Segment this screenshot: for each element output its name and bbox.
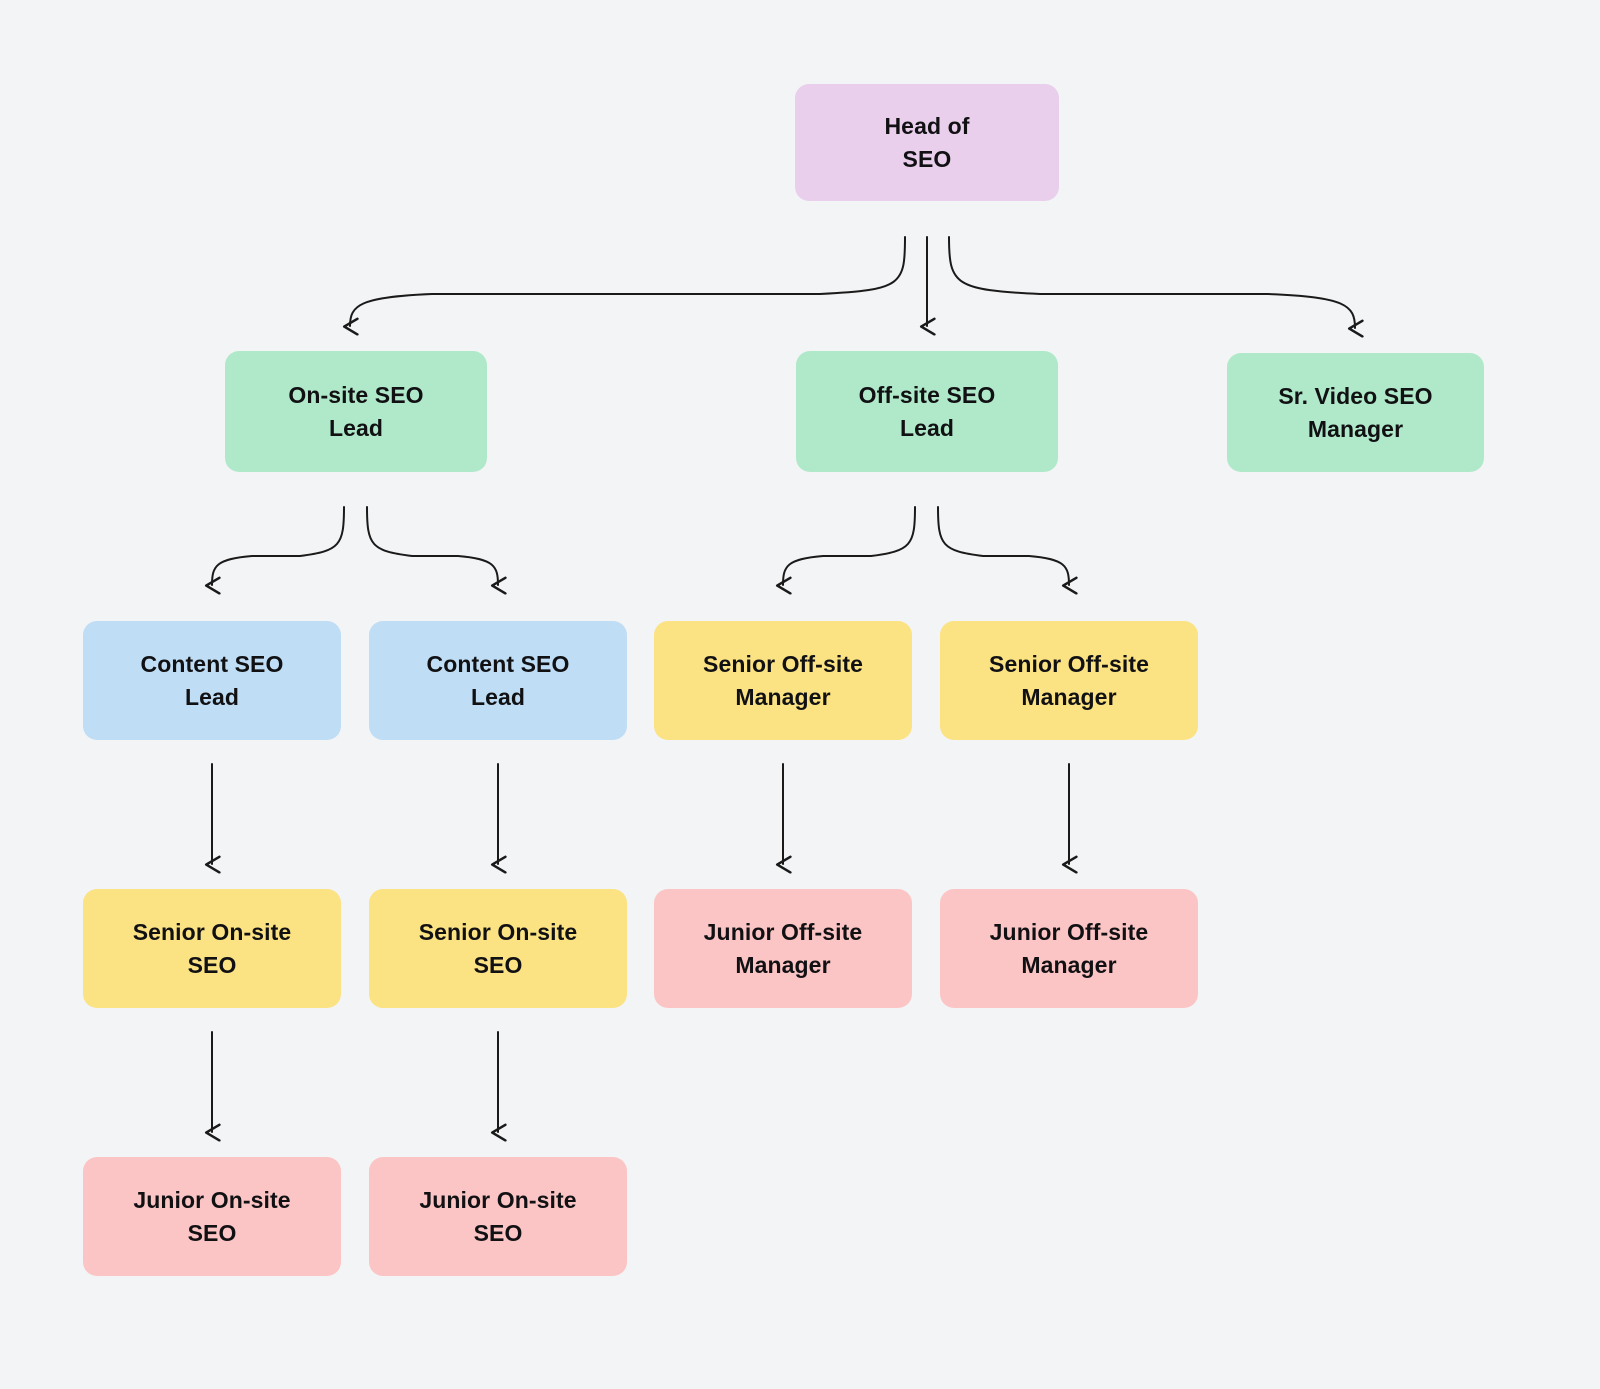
node-label-senior-on-site-seo-2: Senior On-site SEO	[418, 918, 578, 978]
node-label-junior-off-site-manager-1: Junior Off-site Manager	[703, 918, 863, 978]
node-junior-off-site-manager-2[interactable]: Junior Off-site Manager	[940, 889, 1198, 1008]
node-label-content-seo-lead-1: Content SEO Lead	[140, 650, 284, 710]
node-label-junior-off-site-manager-2: Junior Off-site Manager	[989, 918, 1149, 978]
node-off-site-seo-lead[interactable]: Off-site SEO Lead	[796, 351, 1058, 472]
node-label-senior-on-site-seo-1: Senior On-site SEO	[132, 918, 292, 978]
node-junior-on-site-seo-2[interactable]: Junior On-site SEO	[369, 1157, 627, 1276]
node-content-seo-lead-1[interactable]: Content SEO Lead	[83, 621, 341, 740]
node-senior-on-site-seo-2[interactable]: Senior On-site SEO	[369, 889, 627, 1008]
node-senior-on-site-seo-1[interactable]: Senior On-site SEO	[83, 889, 341, 1008]
node-label-off-site-seo-lead: Off-site SEO Lead	[858, 381, 996, 441]
node-label-junior-on-site-seo-2: Junior On-site SEO	[419, 1186, 577, 1246]
node-label-content-seo-lead-2: Content SEO Lead	[426, 650, 570, 710]
node-label-on-site-seo-lead: On-site SEO Lead	[288, 381, 424, 441]
node-label-senior-off-site-manager-1: Senior Off-site Manager	[703, 650, 863, 710]
node-layer: Head of SEO On-site SEO Lead Off-site SEO …	[0, 0, 1600, 1389]
node-head-of-seo[interactable]: Head of SEO	[795, 84, 1059, 201]
node-label-senior-off-site-manager-2: Senior Off-site Manager	[989, 650, 1149, 710]
node-sr-video-seo-manager[interactable]: Sr. Video SEO Manager	[1227, 353, 1484, 472]
node-label-junior-on-site-seo-1: Junior On-site SEO	[133, 1186, 291, 1246]
node-on-site-seo-lead[interactable]: On-site SEO Lead	[225, 351, 487, 472]
node-senior-off-site-manager-2[interactable]: Senior Off-site Manager	[940, 621, 1198, 740]
node-label-sr-video-seo-manager: Sr. Video SEO Manager	[1278, 382, 1433, 442]
node-content-seo-lead-2[interactable]: Content SEO Lead	[369, 621, 627, 740]
node-senior-off-site-manager-1[interactable]: Senior Off-site Manager	[654, 621, 912, 740]
node-junior-off-site-manager-1[interactable]: Junior Off-site Manager	[654, 889, 912, 1008]
org-chart-canvas: Head of SEO On-site SEO Lead Off-site SEO …	[0, 0, 1600, 1389]
node-label-head-of-seo: Head of SEO	[884, 112, 970, 172]
node-junior-on-site-seo-1[interactable]: Junior On-site SEO	[83, 1157, 341, 1276]
